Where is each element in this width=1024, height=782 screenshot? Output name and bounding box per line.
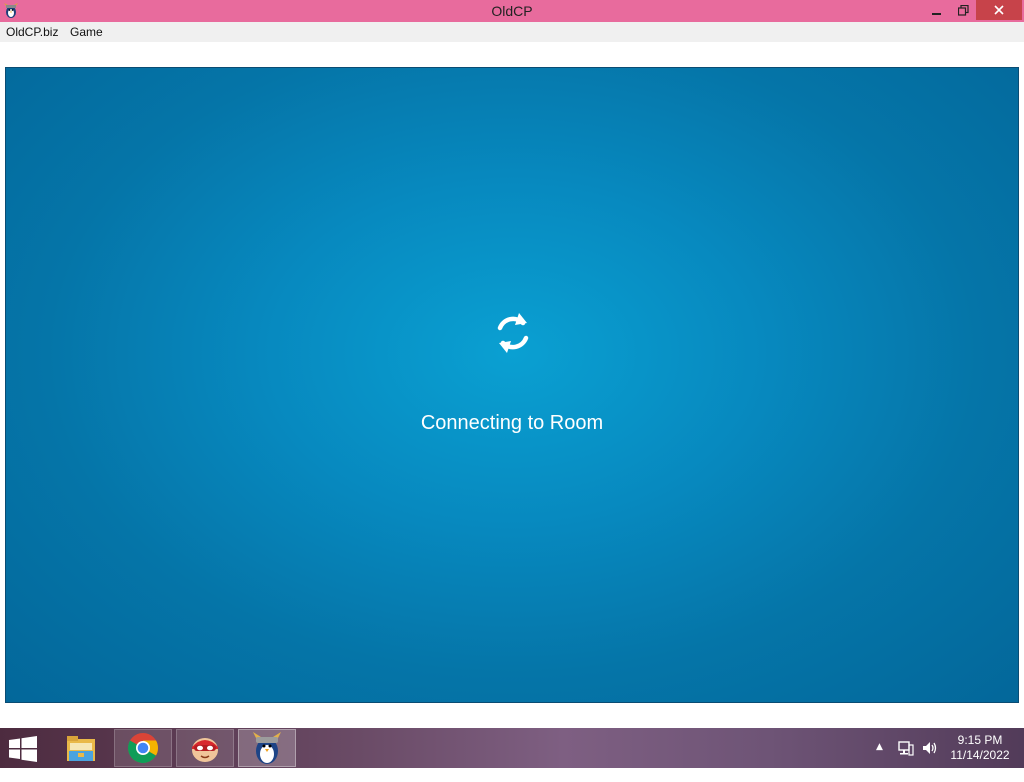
clock-date: 11/14/2022 [950,748,1010,762]
taskbar-oldcp[interactable] [238,729,296,767]
chrome-icon [127,733,159,764]
menu-bar: OldCP.biz Game [0,22,1024,42]
windows-start-icon[interactable] [8,736,38,762]
app-window: OldCP OldCP.biz Game Connecting to Room [0,0,1024,728]
window-title: OldCP [491,3,533,19]
menu-game[interactable]: Game [70,25,103,39]
system-clock[interactable]: 9:15 PM 11/14/2022 [940,733,1020,763]
taskbar: ▲ 9:15 PM 11/14/2022 [0,728,1024,768]
penguin-viking-icon [253,732,281,764]
restore-icon [957,4,969,16]
show-hidden-icons-button[interactable]: ▲ [876,742,883,782]
restore-button[interactable] [950,0,976,20]
refresh-icon [497,313,529,353]
network-icon[interactable] [897,740,915,756]
close-icon [994,5,1004,15]
title-bar[interactable]: OldCP [0,0,1024,22]
menu-oldcp-biz[interactable]: OldCP.biz [6,25,58,39]
game-canvas[interactable]: Connecting to Room [5,67,1019,703]
volume-icon[interactable] [921,740,939,756]
folder-icon [67,736,95,761]
taskbar-chrome[interactable] [114,729,172,767]
minimize-button[interactable] [922,0,950,20]
taskbar-flash-app[interactable] [176,729,234,767]
connecting-status-text: Connecting to Room [420,412,604,434]
clock-time: 9:15 PM [957,733,1003,747]
flash-mascot-icon [192,738,218,762]
close-button[interactable] [976,0,1022,20]
minimize-icon [931,13,941,15]
taskbar-file-explorer[interactable] [52,729,110,767]
